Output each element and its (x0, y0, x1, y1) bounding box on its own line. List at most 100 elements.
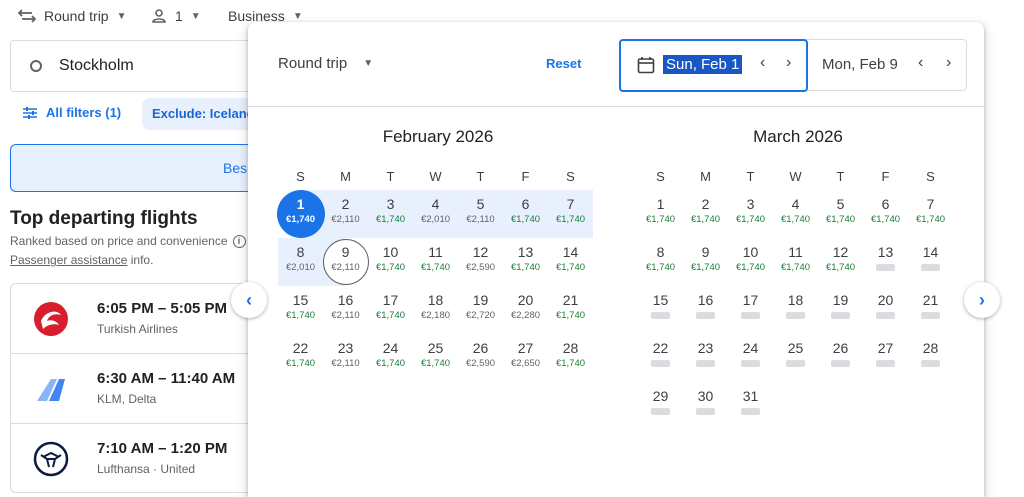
calendar-day[interactable]: 19 (818, 286, 863, 334)
day-number: 5 (836, 196, 845, 212)
chevron-right-icon[interactable]: › (786, 54, 791, 72)
passengers-select[interactable]: 1 ▼ (151, 6, 201, 26)
next-month-button[interactable]: › (964, 282, 1000, 318)
calendar-day[interactable]: 17 (728, 286, 773, 334)
month-title: March 2026 (753, 127, 843, 146)
day-number: 3 (746, 196, 755, 212)
day-price: €1,740 (375, 262, 406, 273)
calendar-day[interactable]: 19 €2,720 (458, 286, 503, 334)
calendar-day[interactable]: 18 (773, 286, 818, 334)
calendar-day[interactable]: 15 €1,740 (278, 286, 323, 334)
calendar-day[interactable]: 17 €1,740 (368, 286, 413, 334)
day-number: 9 (701, 244, 710, 260)
exclude-filter-chip[interactable]: Exclude: Iceland (142, 98, 262, 130)
calendar-day[interactable]: 2 €1,740 (683, 190, 728, 238)
calendar-day[interactable]: 8 €2,010 (278, 238, 323, 286)
origin-input[interactable]: Stockholm (10, 40, 260, 92)
calendar-day[interactable]: 26 (818, 334, 863, 382)
day-number: 10 (742, 244, 759, 260)
calendar-day[interactable]: 30 (683, 382, 728, 430)
chevron-left-icon[interactable]: ‹ (918, 54, 923, 72)
calendar-day[interactable]: 16 €2,110 (323, 286, 368, 334)
calendar-day[interactable]: 12 €1,740 (818, 238, 863, 286)
calendar-day[interactable]: 1 €1,740 (638, 190, 683, 238)
day-number: 6 (881, 196, 890, 212)
calendar-day[interactable]: 1 €1,740 (278, 190, 323, 238)
calendar-day[interactable]: 2 €2,110 (323, 190, 368, 238)
departure-date-field[interactable]: Sun, Feb 1 (619, 39, 808, 92)
calendar-day[interactable]: 20 (863, 286, 908, 334)
calendar-day[interactable]: 24 €1,740 (368, 334, 413, 382)
return-date-value[interactable]: Mon, Feb 9 (822, 56, 898, 73)
calendar-day[interactable]: 5 €2,110 (458, 190, 503, 238)
calendar-day[interactable]: 3 €1,740 (728, 190, 773, 238)
calendar-day[interactable]: 21 (908, 286, 953, 334)
calendar-day[interactable]: 11 €1,740 (413, 238, 458, 286)
calendar-day[interactable]: 5 €1,740 (818, 190, 863, 238)
flight-time: 6:30 AM – 11:40 AM (97, 370, 236, 387)
passenger-assistance-link[interactable]: Passenger assistance (10, 253, 127, 267)
picker-trip-type-select[interactable]: Round trip ▼ (278, 55, 373, 72)
all-filters-label: All filters (1) (46, 105, 122, 120)
calendar-day[interactable]: 4 €2,010 (413, 190, 458, 238)
calendar-day[interactable]: 15 (638, 286, 683, 334)
flight-item[interactable]: 6:05 PM – 5:05 PM Turkish Airlines (11, 284, 259, 354)
calendar-day[interactable]: 10 €1,740 (728, 238, 773, 286)
chevron-left-icon[interactable]: ‹ (760, 54, 765, 72)
chevron-right-icon[interactable]: › (946, 54, 951, 72)
calendar-day[interactable]: 9 €2,110 (323, 238, 368, 286)
day-price: €1,740 (825, 262, 856, 273)
price-placeholder (786, 312, 805, 319)
calendar-day[interactable]: 11 €1,740 (773, 238, 818, 286)
calendar-day[interactable]: 13 €1,740 (503, 238, 548, 286)
calendar-day[interactable]: 6 €1,740 (503, 190, 548, 238)
day-number: 4 (431, 196, 440, 212)
calendar-day[interactable]: 24 (728, 334, 773, 382)
calendar-day[interactable]: 23 (683, 334, 728, 382)
day-number: 18 (427, 292, 444, 308)
calendar-day[interactable]: 8 €1,740 (638, 238, 683, 286)
calendar-day[interactable]: 27 (863, 334, 908, 382)
calendar-day[interactable]: 16 (683, 286, 728, 334)
picker-trip-type-label: Round trip (278, 55, 348, 72)
calendar-day[interactable]: 28 (908, 334, 953, 382)
calendar-day[interactable]: 7 €1,740 (548, 190, 593, 238)
calendar-day[interactable]: 25 (773, 334, 818, 382)
calendar-day[interactable]: 27 €2,650 (503, 334, 548, 382)
calendar-day[interactable]: 20 €2,280 (503, 286, 548, 334)
calendar-day[interactable]: 31 (728, 382, 773, 430)
calendar-day[interactable]: 22 (638, 334, 683, 382)
caret-down-icon: ▼ (292, 10, 303, 22)
calendar-day[interactable]: 12 €2,590 (458, 238, 503, 286)
calendar-day[interactable]: 18 €2,180 (413, 286, 458, 334)
calendar-day[interactable]: 26 €2,590 (458, 334, 503, 382)
reset-button[interactable]: Reset (546, 56, 581, 71)
calendar-day[interactable]: 9 €1,740 (683, 238, 728, 286)
price-placeholder (831, 312, 850, 319)
info-icon[interactable]: i (232, 234, 246, 248)
flight-airline: Turkish Airlines (97, 322, 178, 336)
calendar-day[interactable]: 4 €1,740 (773, 190, 818, 238)
calendar-day[interactable]: 10 €1,740 (368, 238, 413, 286)
day-price: €1,740 (375, 310, 406, 321)
klm-delta-logo-icon (37, 379, 65, 401)
calendar-day[interactable]: 29 (638, 382, 683, 430)
calendar-day[interactable]: 21 €1,740 (548, 286, 593, 334)
results-column: Stockholm All filters (1) Exclude: Icela… (0, 30, 262, 493)
calendar-day[interactable]: 14 (908, 238, 953, 286)
trip-type-select[interactable]: Round trip ▼ (18, 6, 127, 26)
calendar-day[interactable]: 7 €1,740 (908, 190, 953, 238)
calendar-day[interactable]: 13 (863, 238, 908, 286)
flight-item[interactable]: 6:30 AM – 11:40 AM KLM, Delta (11, 354, 259, 424)
calendar-day[interactable]: 25 €1,740 (413, 334, 458, 382)
calendar-day[interactable]: 3 €1,740 (368, 190, 413, 238)
calendar-day[interactable]: 22 €1,740 (278, 334, 323, 382)
all-filters-button[interactable]: All filters (1) (22, 105, 121, 120)
calendar-day[interactable]: 14 €1,740 (548, 238, 593, 286)
tab-best[interactable]: Bes (10, 144, 260, 192)
flight-item[interactable]: 7:10 AM – 1:20 PM Lufthansa · United (11, 424, 259, 492)
previous-month-button[interactable]: ‹ (231, 282, 267, 318)
calendar-day[interactable]: 6 €1,740 (863, 190, 908, 238)
calendar-day[interactable]: 28 €1,740 (548, 334, 593, 382)
calendar-day[interactable]: 23 €2,110 (323, 334, 368, 382)
